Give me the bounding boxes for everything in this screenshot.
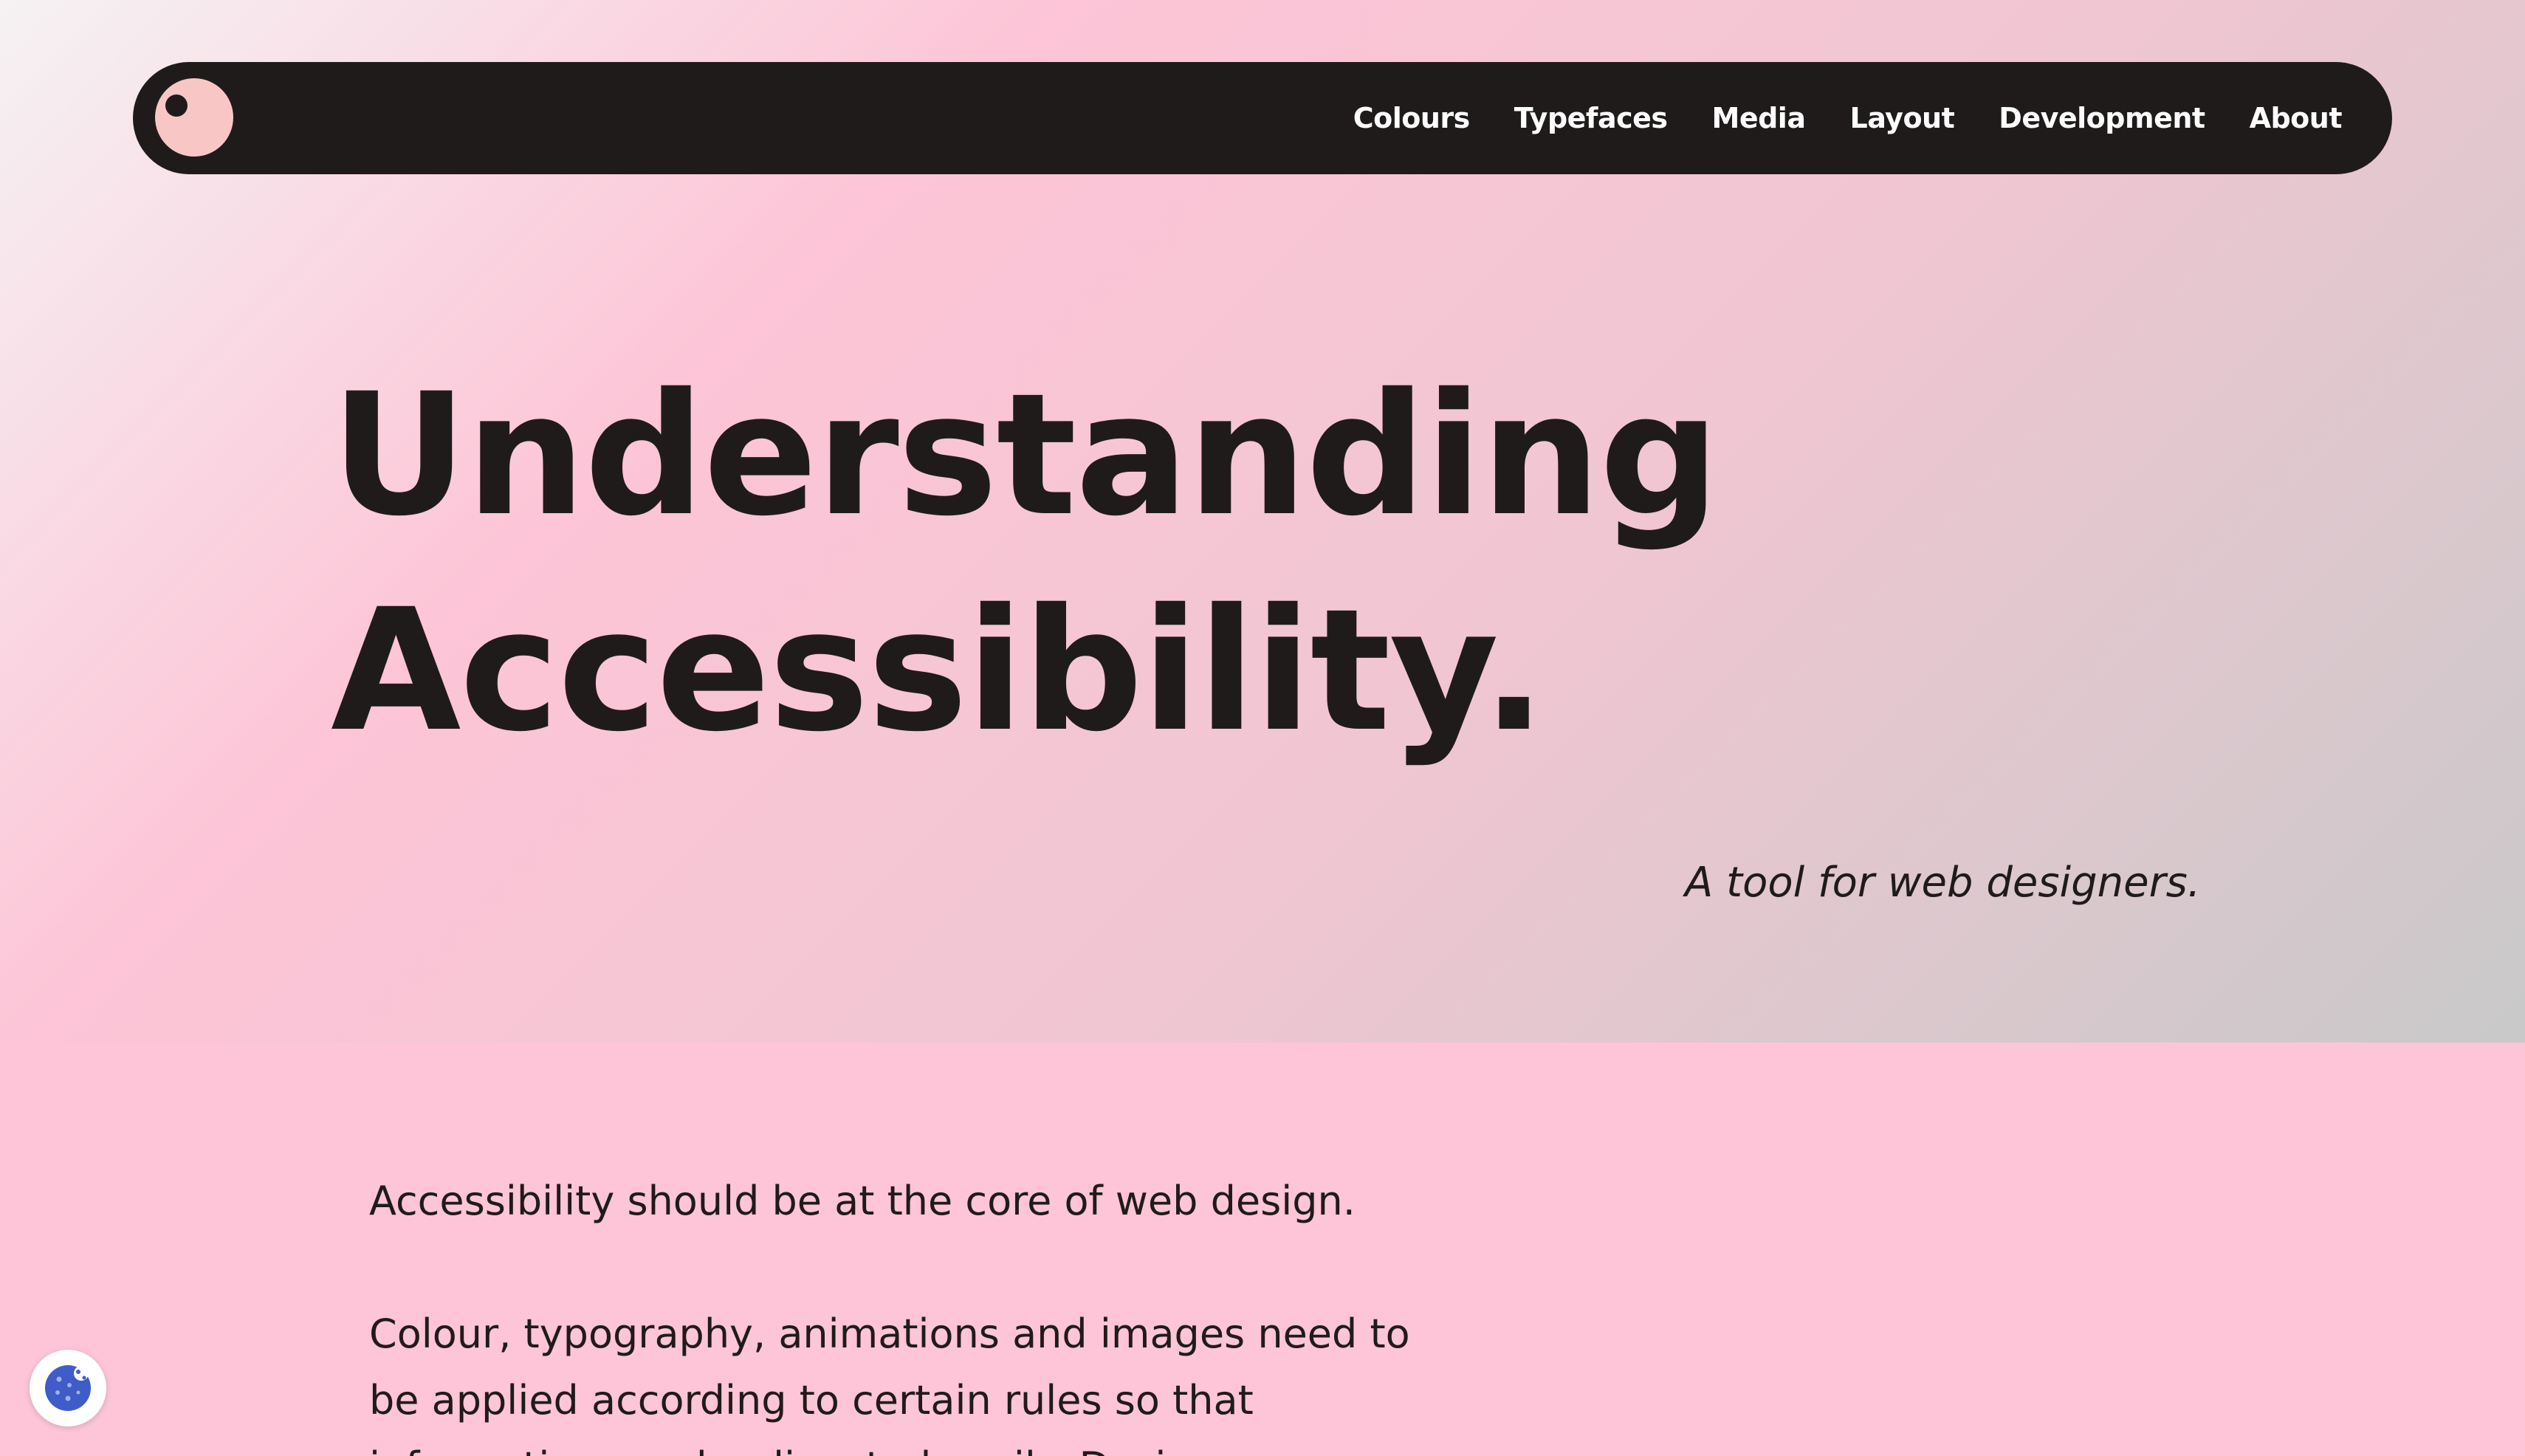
- cookie-icon: [45, 1365, 91, 1411]
- nav-link-media[interactable]: Media: [1712, 102, 1806, 134]
- hero-section: Colours Typefaces Media Layout Developme…: [0, 0, 2525, 1043]
- nav-link-layout[interactable]: Layout: [1849, 102, 1954, 134]
- nav-link-development[interactable]: Development: [1999, 102, 2205, 134]
- nav-link-about[interactable]: About: [2250, 102, 2343, 134]
- page-title-line-2: Accessibility.: [331, 572, 1546, 769]
- navbar: Colours Typefaces Media Layout Developme…: [133, 62, 2392, 174]
- intro-section: Accessibility should be at the core of w…: [0, 1043, 2525, 1456]
- nav-link-typefaces[interactable]: Typefaces: [1514, 102, 1668, 134]
- intro-paragraph-1: Accessibility should be at the core of w…: [369, 1178, 1356, 1224]
- nav-link-colours[interactable]: Colours: [1353, 102, 1471, 134]
- page-title-line-1: Understanding: [331, 357, 1720, 553]
- intro-paragraph-2: Colour, typography, animations and image…: [369, 1311, 1410, 1456]
- cookie-settings-button[interactable]: [30, 1350, 106, 1426]
- tagline: A tool for web designers.: [1685, 859, 2201, 907]
- nav-links: Colours Typefaces Media Layout Developme…: [1353, 62, 2343, 174]
- logo-pupil: [165, 95, 188, 117]
- eye-logo-icon[interactable]: [155, 78, 233, 157]
- page-title: Understanding Accessibility.: [331, 347, 1720, 778]
